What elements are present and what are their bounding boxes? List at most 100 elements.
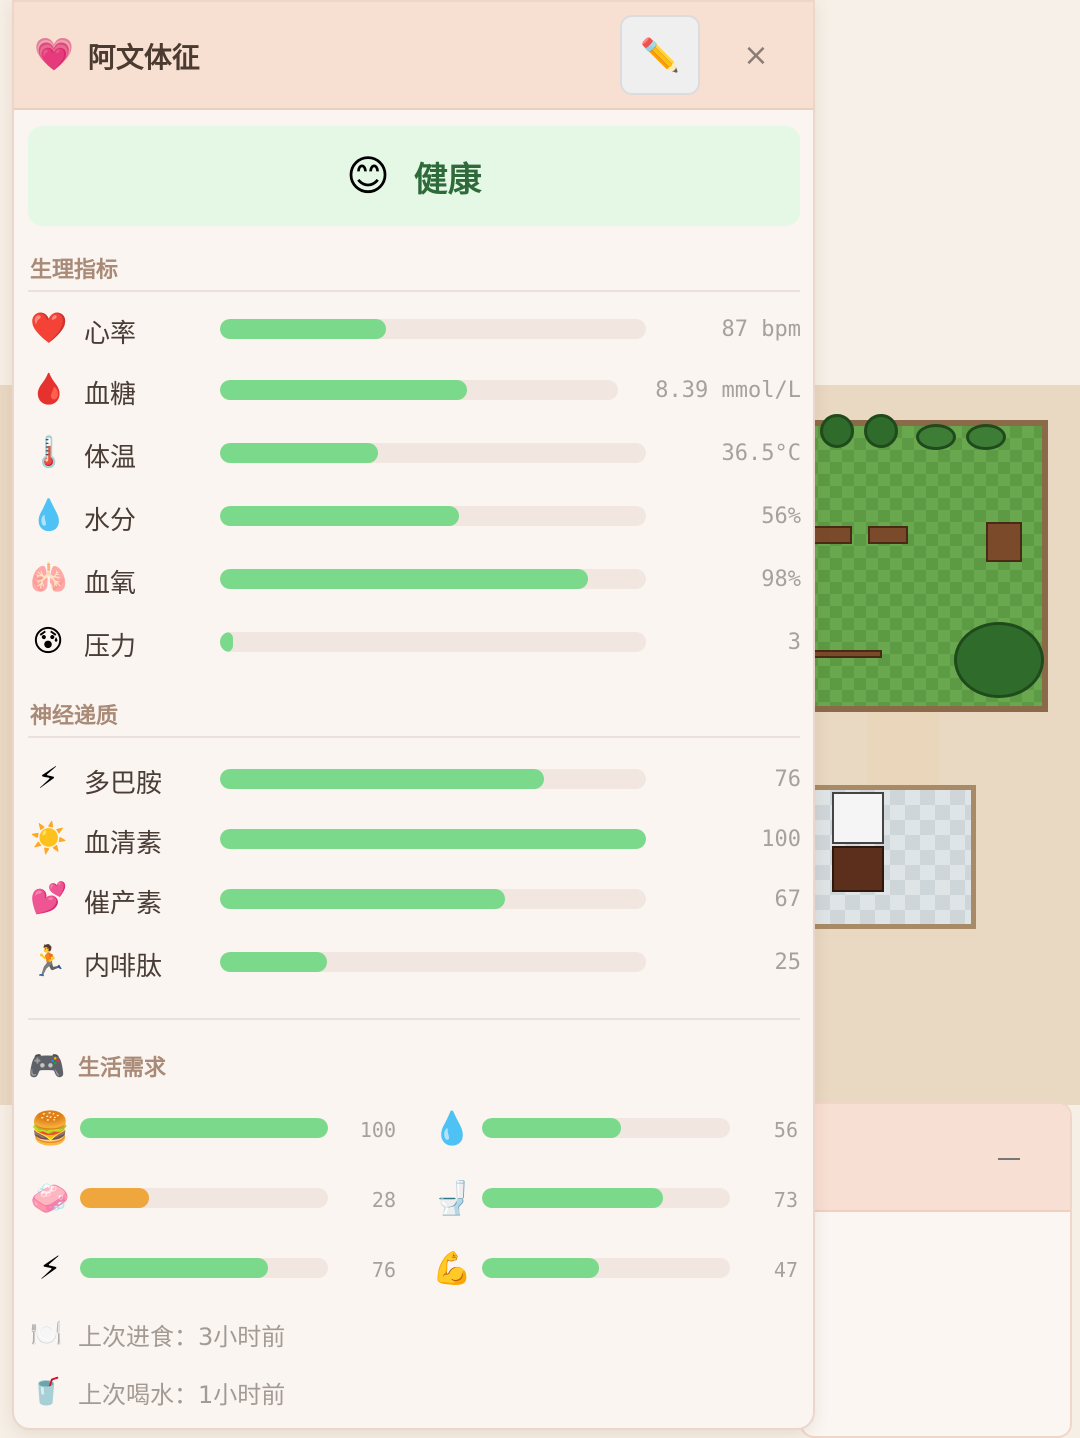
hygiene-bar-fill: [80, 1188, 150, 1208]
hydration-bar-fill: [220, 506, 459, 526]
path: [867, 712, 939, 787]
panel-header: 💗 阿文体征 ✏️ ×: [14, 2, 813, 110]
hunger-icon: 🍔: [30, 1109, 70, 1147]
tree: [954, 622, 1044, 698]
hygiene-icon: 🧼: [30, 1179, 70, 1217]
background-top-area: [815, 0, 1080, 385]
lightning-icon: ⚡: [37, 761, 59, 796]
divider: [28, 736, 800, 738]
need-energy: ⚡ 76: [30, 1248, 402, 1288]
dopamine-bar: [220, 769, 646, 789]
pencil-icon: ✏️: [640, 36, 680, 74]
lungs-icon: 🫁: [30, 561, 68, 596]
endorphin-row: 🏃 内啡肽 25: [14, 942, 813, 982]
thermometer-icon: 🌡️: [30, 435, 68, 470]
heart-rate-row: ❤️ 心率 87 bpm: [14, 309, 813, 349]
need-hunger: 🍔 100: [30, 1108, 402, 1148]
body-temp-row: 🌡️ 体温 36.5°C: [14, 433, 813, 473]
heart-rate-bar-fill: [220, 319, 387, 339]
cabinet: [832, 846, 884, 892]
bladder-bar: [482, 1188, 730, 1208]
blood-sugar-value: 8.39 mmol/L: [655, 378, 801, 403]
last-drink-value: 1小时前: [198, 1380, 286, 1409]
vitals-panel: 💗 阿文体征 ✏️ × 😊 健康 生理指标 ❤️ 心率 87 bpm 🩸 血糖 8.39 …: [12, 0, 815, 1430]
dopamine-bar-fill: [220, 769, 544, 789]
hygiene-value: 28: [371, 1188, 396, 1212]
close-button[interactable]: ×: [740, 38, 772, 74]
smile-icon: 😊: [346, 151, 390, 200]
oxytocin-row: 💕 催产素 67: [14, 879, 813, 919]
background-panel: [800, 1102, 1072, 1438]
blood-sugar-row: 🩸 血糖 8.39 mmol/L: [14, 370, 813, 410]
needs-header: 🎮 生活需求: [28, 1046, 166, 1086]
tree: [916, 424, 956, 450]
energy-bar: [80, 1258, 328, 1278]
endorphin-label: 内啡肽: [84, 952, 163, 982]
last-meal-row: 🍽️ 上次进食： 3小时前: [30, 1316, 285, 1352]
hunger-bar-fill: [80, 1118, 328, 1138]
need-thirst: 💧 56: [432, 1108, 804, 1148]
stress-label: 压力: [84, 632, 137, 662]
stress-bar: [220, 632, 646, 652]
blood-drop-icon: 🩸: [30, 372, 68, 407]
body-temp-label: 体温: [84, 443, 137, 473]
stress-icon: 😰: [32, 624, 64, 659]
need-hygiene: 🧼 28: [30, 1178, 402, 1218]
energy-value: 76: [371, 1258, 396, 1282]
fitness-value: 47: [773, 1258, 798, 1282]
health-status-card: 😊 健康: [28, 126, 800, 226]
minimize-icon[interactable]: [998, 1158, 1020, 1160]
last-drink-row: 🥤 上次喝水： 1小时前: [30, 1374, 285, 1410]
hydration-bar: [220, 506, 646, 526]
plate-icon: 🍽️: [30, 1319, 63, 1349]
endorphin-bar: [220, 952, 646, 972]
heart-icon: 💗: [34, 35, 74, 73]
need-bladder: 🚽 73: [432, 1178, 804, 1218]
oxytocin-value: 67: [774, 887, 802, 912]
oxytocin-bar-fill: [220, 889, 506, 909]
fitness-icon: 💪: [432, 1249, 472, 1287]
blood-oxygen-bar-fill: [220, 569, 589, 589]
swing-set: [812, 650, 882, 658]
body-temp-value: 36.5°C: [721, 441, 801, 466]
cup-icon: 🥤: [30, 1377, 63, 1407]
stress-row: 😰 压力 3: [14, 622, 813, 662]
heart-rate-value: 87 bpm: [721, 317, 801, 342]
blood-oxygen-row: 🫁 血氧 98%: [14, 559, 813, 599]
bladder-icon: 🚽: [432, 1179, 472, 1217]
bench: [812, 526, 852, 544]
edit-button[interactable]: ✏️: [620, 15, 700, 95]
stall: [986, 522, 1022, 562]
heart-rate-bar: [220, 319, 646, 339]
section-title-neuro: 神经递质: [30, 704, 119, 729]
garden-area: [800, 414, 1048, 712]
hunger-bar: [80, 1118, 328, 1138]
runner-icon: 🏃: [30, 944, 68, 979]
last-meal-value: 3小时前: [198, 1322, 286, 1351]
serotonin-bar: [220, 829, 646, 849]
blood-sugar-label: 血糖: [84, 380, 137, 410]
panel-title: 阿文体征: [88, 41, 201, 74]
health-status-label: 健康: [413, 159, 482, 200]
last-meal-label: 上次进食：: [78, 1322, 198, 1351]
tree: [864, 414, 898, 448]
sun-icon: ☀️: [30, 821, 68, 856]
thirst-value: 56: [773, 1118, 798, 1142]
body-temp-bar: [220, 443, 646, 463]
oxytocin-label: 催产素: [84, 889, 163, 919]
hydration-value: 56%: [761, 504, 801, 529]
endorphin-value: 25: [774, 950, 802, 975]
hydration-row: 💧 水分 56%: [14, 496, 813, 536]
bladder-value: 73: [773, 1188, 798, 1212]
stress-value: 3: [787, 630, 801, 655]
blood-oxygen-label: 血氧: [84, 569, 137, 599]
energy-icon: ⚡: [38, 1249, 62, 1287]
body-temp-bar-fill: [220, 443, 378, 463]
fitness-bar: [482, 1258, 730, 1278]
dopamine-value: 76: [774, 767, 802, 792]
heart-icon: ❤️: [30, 311, 68, 346]
stress-bar-fill: [220, 632, 233, 652]
serotonin-value: 100: [761, 827, 801, 852]
divider: [28, 290, 800, 292]
serotonin-bar-fill: [220, 829, 646, 849]
